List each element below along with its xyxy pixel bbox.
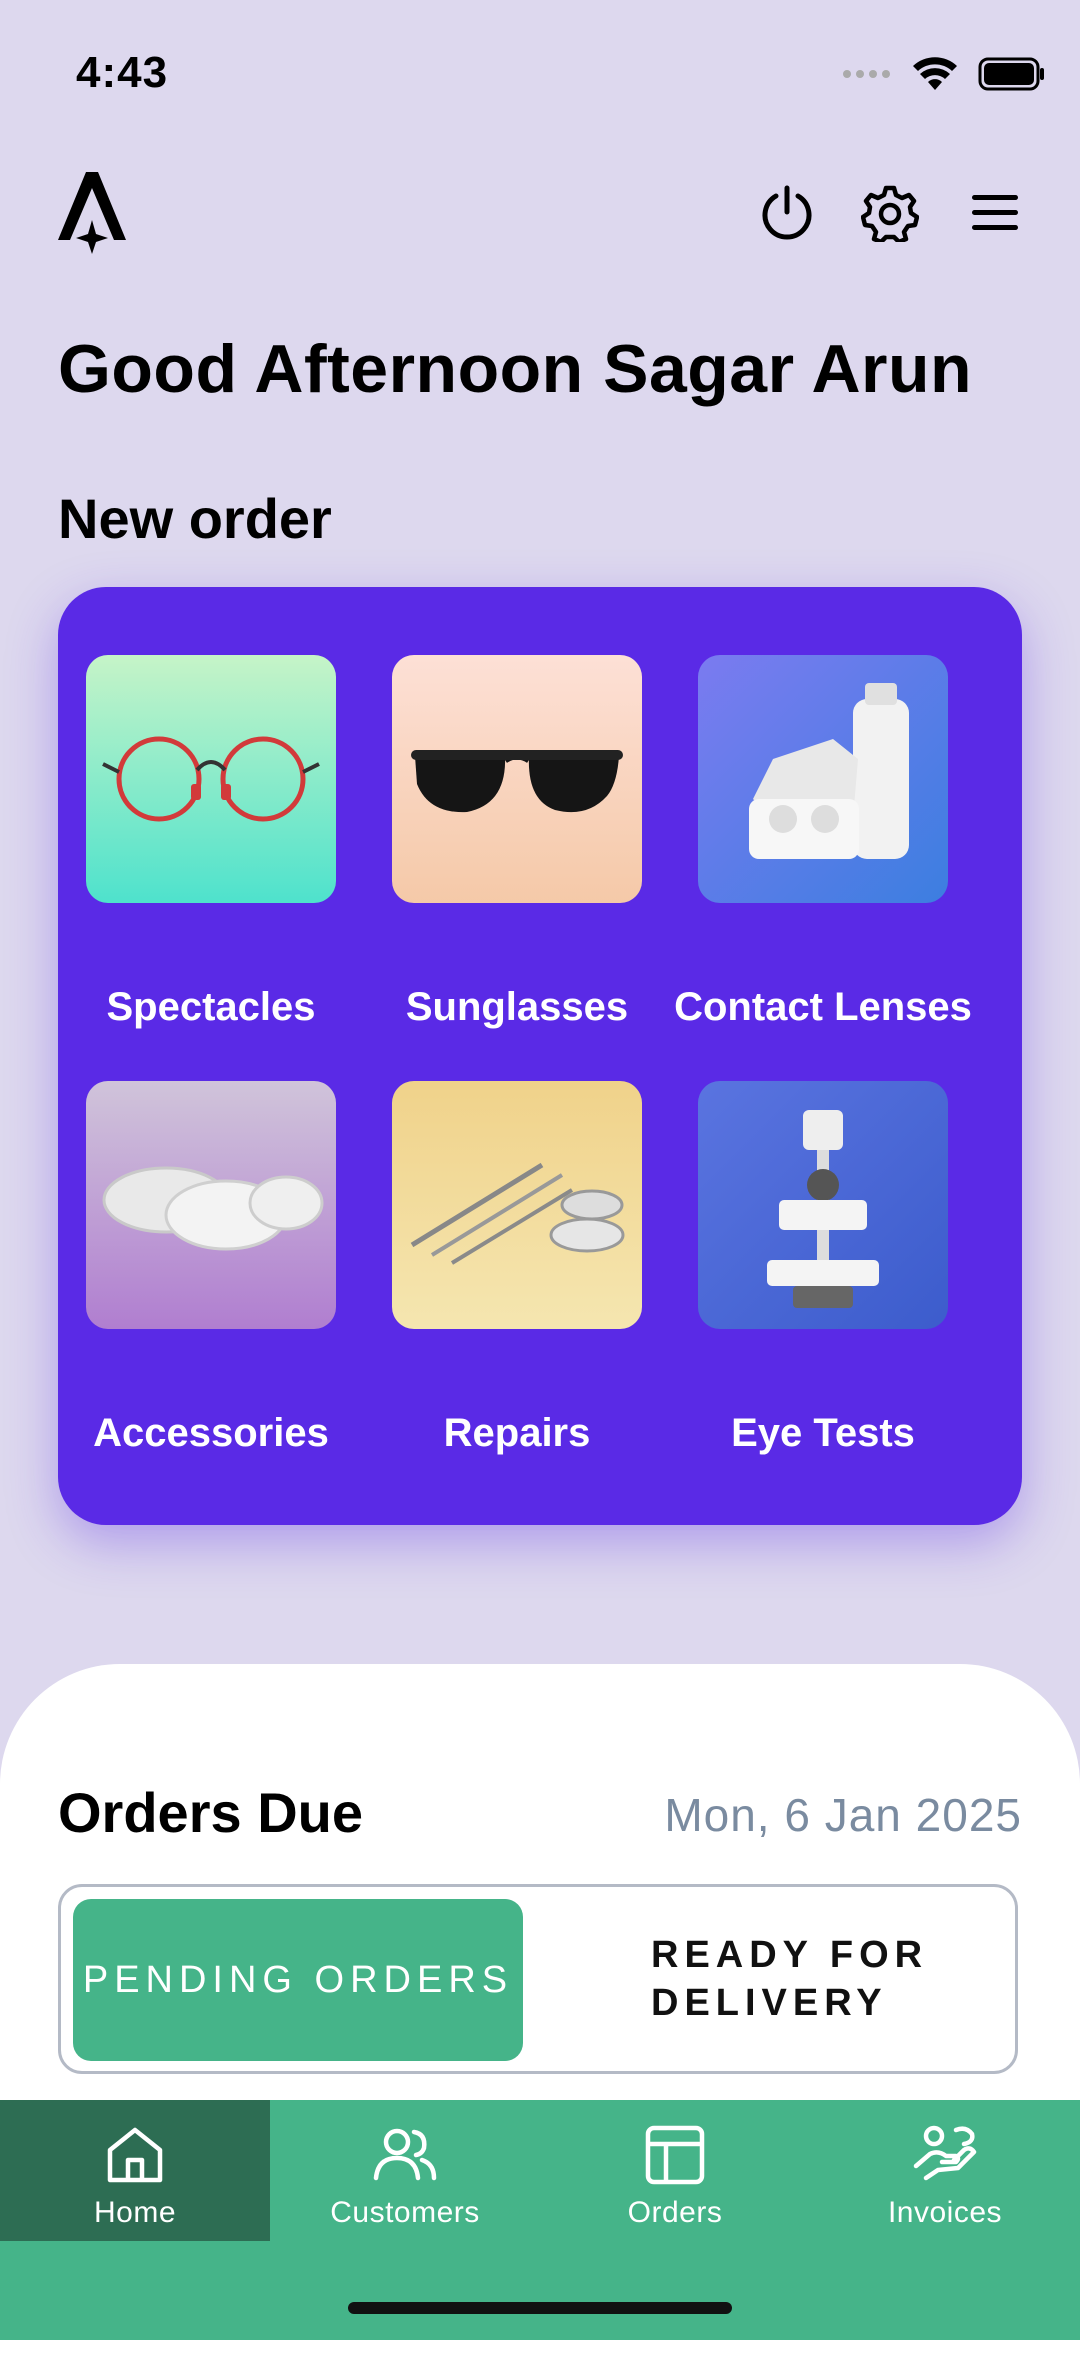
menu-icon	[972, 195, 1018, 230]
category-spectacles[interactable]: Spectacles	[58, 655, 364, 1031]
repairs-image	[392, 1081, 642, 1329]
status-icons	[842, 56, 1046, 92]
category-label: Repairs	[443, 1411, 591, 1455]
orders-due-date[interactable]: Mon, 6 Jan 2025	[664, 1788, 1022, 1842]
hand-money-icon	[913, 2125, 977, 2181]
tab-pending-orders[interactable]: PENDING ORDERS	[73, 1899, 523, 2061]
tab-ready-for-delivery[interactable]: READY FOR DELIVERY	[651, 1931, 981, 2027]
accessories-image	[86, 1081, 336, 1329]
category-label: Sunglasses	[405, 985, 629, 1029]
nav-home[interactable]: Home	[0, 2100, 270, 2241]
eye-tests-image	[698, 1081, 948, 1329]
nav-invoices[interactable]: Invoices	[810, 2100, 1080, 2241]
category-label: Accessories	[93, 1411, 329, 1455]
greeting-title: Good Afternoon Sagar Arun	[58, 331, 973, 407]
power-button[interactable]	[752, 178, 822, 248]
new-order-title: New order	[58, 487, 332, 550]
battery-icon	[978, 57, 1044, 91]
nav-label: Orders	[627, 2196, 723, 2229]
category-eye-tests[interactable]: Eye Tests	[670, 1081, 976, 1457]
settings-button[interactable]	[855, 178, 925, 248]
nav-label: Customers	[330, 2196, 480, 2229]
category-label: Contact Lenses	[674, 985, 972, 1029]
status-time: 4:43	[76, 48, 169, 97]
contact-lenses-image	[698, 655, 948, 903]
power-icon	[762, 185, 812, 240]
new-order-card: Spectacles Sunglasses Contact Lenses Acc…	[58, 587, 1022, 1525]
orders-toggle: PENDING ORDERS READY FOR DELIVERY	[58, 1884, 1018, 2074]
sunglasses-image	[392, 655, 642, 903]
category-label: Spectacles	[106, 985, 316, 1029]
category-sunglasses[interactable]: Sunglasses	[364, 655, 670, 1031]
category-label: Eye Tests	[731, 1411, 915, 1455]
table-icon	[645, 2125, 705, 2185]
nav-label: Home	[93, 2196, 177, 2229]
home-icon	[107, 2127, 163, 2183]
app-logo	[56, 170, 128, 254]
category-contact-lenses[interactable]: Contact Lenses	[670, 655, 976, 1031]
home-indicator	[348, 2302, 732, 2314]
gear-icon	[861, 185, 919, 242]
orders-due-title: Orders Due	[58, 1781, 363, 1844]
signal-icon	[843, 70, 890, 78]
nav-label: Invoices	[887, 2196, 1003, 2229]
category-repairs[interactable]: Repairs	[364, 1081, 670, 1457]
category-accessories[interactable]: Accessories	[58, 1081, 364, 1457]
wifi-icon	[913, 57, 957, 90]
nav-customers[interactable]: Customers	[270, 2100, 540, 2241]
spectacles-image	[86, 655, 336, 903]
menu-button[interactable]	[960, 178, 1030, 248]
nav-orders[interactable]: Orders	[540, 2100, 810, 2241]
users-icon	[373, 2128, 437, 2181]
